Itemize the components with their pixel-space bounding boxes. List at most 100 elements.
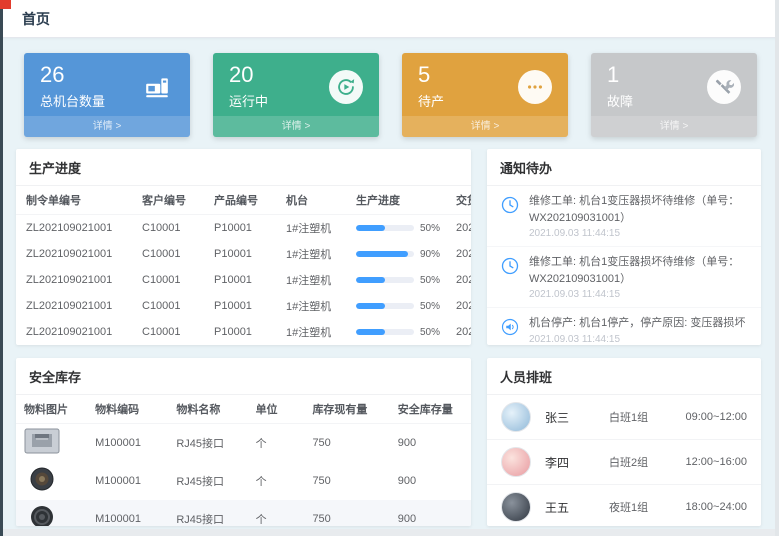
cell-name: RJ45接口 [168,500,247,527]
cell-code: M100001 [87,424,168,462]
cell-machine: 1#注塑机 [276,215,346,242]
avatar [501,447,531,477]
stat-label: 故障 [607,91,633,110]
progress-bar: 50% [356,275,442,286]
window-left-edge [0,0,3,536]
col-customer: 客户编号 [132,186,204,215]
progress-bar: 50% [356,327,442,338]
table-header-row: 物料图片 物料编码 物料名称 单位 库存现有量 安全库存量 [16,395,471,424]
production-row[interactable]: ZL202109021001 C10001 P10001 1#注塑机 90% 2… [16,241,471,267]
cell-order: ZL202109021001 [16,241,132,267]
notification-time: 2021.09.03 11:44:15 [529,228,749,239]
notifications-panel: 通知待办 维修工单: 机台1变压器损坏待维修（单号：WX202109031001… [487,149,761,345]
speaker-icon [499,316,521,338]
col-unit: 单位 [248,395,305,424]
cell-date: 2021-09-10 [446,293,471,319]
cell-order: ZL202109021001 [16,319,132,345]
cell-date: 2021-09-10 [446,215,471,242]
production-row[interactable]: ZL202109021001 C10001 P10001 1#注塑机 50% 2… [16,293,471,319]
notification-text: 机台停产: 机台1停产，停产原因: 变压器损坏 [529,315,745,332]
stat-card-total-machines[interactable]: 26 总机台数量 详情 > [24,53,190,137]
production-row[interactable]: ZL202109021001 C10001 P10001 1#注塑机 50% 2… [16,267,471,293]
notification-item[interactable]: 维修工单: 机台1变压器损坏待维修（单号：WX202109031001） 202… [487,247,761,308]
cell-order: ZL202109021001 [16,267,132,293]
staff-row[interactable]: 王五 夜班1组 18:00~24:00 [487,485,761,526]
progress-bar: 50% [356,301,442,312]
cell-current: 750 [304,462,389,500]
detail-link[interactable]: 详情 > [402,116,568,137]
panel-title: 通知待办 [487,149,761,186]
clock-icon [499,255,521,277]
tools-icon [707,70,741,104]
stat-value: 5 [418,63,444,87]
clock-icon [499,194,521,216]
col-name: 物料名称 [168,395,247,424]
inventory-row[interactable]: M100001 RJ45接口 个 750 900 [16,424,471,462]
cell-product: P10001 [204,241,276,267]
stat-card-fault[interactable]: 1 故障 详情 > [591,53,757,137]
cell-unit: 个 [248,462,305,500]
cell-unit: 个 [248,500,305,527]
staff-name: 王五 [545,499,609,516]
production-row[interactable]: ZL202109021001 C10001 P10001 1#注塑机 50% 2… [16,319,471,345]
cell-order: ZL202109021001 [16,215,132,242]
cell-customer: C10001 [132,215,204,242]
progress-label: 50% [420,223,440,234]
cell-order: ZL202109021001 [16,293,132,319]
cell-customer: C10001 [132,267,204,293]
cell-product: P10001 [204,293,276,319]
cell-name: RJ45接口 [168,424,247,462]
cell-machine: 1#注塑机 [276,319,346,345]
staff-list: 张三 白班1组 09:00~12:00 李四 白班2组 12:00~16:00 … [487,395,761,526]
notification-text: 维修工单: 机台1变压器损坏待维修（单号：WX202109031001） [529,254,749,287]
stat-card-running[interactable]: 20 运行中 详情 > [213,53,379,137]
cell-code: M100001 [87,462,168,500]
cell-customer: C10001 [132,293,204,319]
staff-row[interactable]: 李四 白班2组 12:00~16:00 [487,440,761,485]
notification-item[interactable]: 机台停产: 机台1停产，停产原因: 变压器损坏 2021.09.03 11:44… [487,308,761,345]
cell-code: M100001 [87,500,168,527]
avatar [501,492,531,522]
cell-date: 2021-09-10 [446,267,471,293]
panel-title: 安全库存 [16,358,471,395]
staff-row[interactable]: 张三 白班1组 09:00~12:00 [487,395,761,440]
staff-shift: 白班2组 [609,454,683,470]
notification-time: 2021.09.03 11:44:15 [529,334,745,345]
staff-panel: 人员排班 张三 白班1组 09:00~12:00 李四 白班2组 12:00~1… [487,358,761,526]
notification-time: 2021.09.03 11:44:15 [529,289,749,300]
notification-text: 维修工单: 机台1变压器损坏待维修（单号：WX202109031001） [529,193,749,226]
cell-product: P10001 [204,267,276,293]
notification-item[interactable]: 维修工单: 机台1变压器损坏待维修（单号：WX202109031001） 202… [487,186,761,247]
stat-label: 待产 [418,91,444,110]
cell-safety: 900 [390,462,471,500]
cell-machine: 1#注塑机 [276,293,346,319]
detail-link[interactable]: 详情 > [24,116,190,137]
col-current: 库存现有量 [304,395,389,424]
panel-title: 生产进度 [16,149,471,186]
stat-value: 26 [40,63,105,87]
col-machine: 机台 [276,186,346,215]
staff-name: 李四 [545,454,609,471]
cell-unit: 个 [248,424,305,462]
more-icon [518,70,552,104]
detail-link[interactable]: 详情 > [213,116,379,137]
staff-time: 09:00~12:00 [686,411,747,423]
progress-label: 50% [420,327,440,338]
inventory-row[interactable]: M100001 RJ45接口 个 750 900 [16,500,471,527]
stat-card-waiting[interactable]: 5 待产 详情 > [402,53,568,137]
col-progress: 生产进度 [346,186,446,215]
detail-link[interactable]: 详情 > [591,116,757,137]
running-icon [329,70,363,104]
cell-current: 750 [304,424,389,462]
progress-bar: 50% [356,223,442,234]
production-row[interactable]: ZL202109021001 C10001 P10001 1#注塑机 50% 2… [16,215,471,242]
progress-label: 50% [420,301,440,312]
top-bar: 首页 [0,0,779,38]
cell-date: 2021-09-10 [446,241,471,267]
production-panel: 生产进度 制令单编号 客户编号 产品编号 机台 生产进度 交货日期 ZL2021… [16,149,471,345]
inventory-row[interactable]: M100001 RJ45接口 个 750 900 [16,462,471,500]
col-safety: 安全库存量 [390,395,471,424]
cell-date: 2021-09-10 [446,319,471,345]
material-image-connector [24,466,60,495]
table-header-row: 制令单编号 客户编号 产品编号 机台 生产进度 交货日期 [16,186,471,215]
